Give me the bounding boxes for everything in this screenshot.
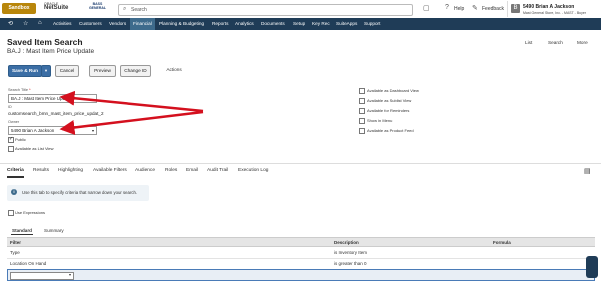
tab-divider — [0, 163, 601, 164]
more-link[interactable]: More — [577, 40, 588, 45]
nav-item-suiteapps[interactable]: SuiteApps — [336, 18, 357, 30]
owner-select[interactable]: 5490 Brian A Jackson ▾ — [8, 126, 97, 135]
product-feed-label: Available as Product Feed — [367, 128, 414, 133]
change-id-button[interactable]: Change ID — [120, 65, 151, 77]
dashboard-view-checkbox[interactable] — [359, 88, 365, 94]
row-description: is Inventory Item — [334, 250, 368, 255]
sandbox-badge: Sandbox — [2, 3, 36, 14]
reminders-label: Available for Reminders — [367, 108, 410, 113]
nav-item-customers[interactable]: Customers — [79, 18, 102, 30]
global-search-input[interactable]: ⌕ Search — [118, 4, 413, 16]
public-checkbox[interactable] — [8, 136, 14, 143]
favorites-icon[interactable]: ☆ — [23, 20, 28, 27]
info-text: Use this tab to specify criteria that na… — [22, 190, 138, 195]
criteria-grid-header: Filter Description Formula — [7, 237, 595, 247]
user-name: 5490 Brian A Jackson — [523, 4, 575, 10]
list-view-checkbox[interactable] — [8, 146, 14, 152]
sublist-view-label: Available as Sublist View — [367, 98, 412, 103]
active-subtab-indicator — [11, 234, 33, 235]
search-placeholder: Search — [131, 7, 147, 13]
search-title-label-text: Search Title — [8, 88, 29, 92]
id-label: ID — [8, 105, 12, 109]
id-value: customsearch_bmn_mast_item_price_updat_2 — [8, 111, 104, 116]
nav-item-financial[interactable]: Financial — [130, 18, 155, 30]
tab-execution-log[interactable]: Execution Log — [238, 168, 268, 173]
info-icon: i — [11, 189, 17, 195]
list-link[interactable]: List — [525, 40, 532, 45]
active-tab-indicator — [7, 176, 24, 178]
show-in-menu-checkbox[interactable] — [359, 118, 365, 124]
recent-records-icon[interactable]: ▢ — [423, 4, 430, 12]
record-title: BA.J : Mast Item Price Update — [7, 48, 95, 55]
search-link[interactable]: Search — [548, 40, 563, 45]
home-icon[interactable]: ⌂ — [38, 20, 42, 26]
filter-select[interactable]: ▾ — [10, 272, 74, 280]
actions-menu[interactable]: Actions — [160, 65, 188, 75]
help-icon[interactable]: ? — [445, 4, 449, 11]
tab-email[interactable]: Email — [186, 168, 198, 173]
public-label: Public — [15, 137, 26, 142]
user-menu[interactable]: B 5490 Brian A Jackson Mast General Stor… — [507, 1, 601, 17]
column-filter[interactable]: Filter — [10, 240, 21, 245]
scroll-helper-widget[interactable] — [586, 256, 598, 278]
tab-results[interactable]: Results — [33, 168, 49, 173]
info-banner: i Use this tab to specify criteria that … — [7, 185, 149, 201]
preview-button[interactable]: Preview — [89, 65, 116, 77]
show-in-menu-label: Show in Menu — [367, 118, 393, 123]
subtab-standard[interactable]: Standard — [12, 228, 32, 233]
subtab-summary[interactable]: Summary — [44, 228, 64, 233]
row-filter: Location On Hand — [10, 261, 47, 266]
search-icon: ⌕ — [123, 6, 127, 12]
save-run-button[interactable]: Save & Run — [8, 65, 42, 77]
product-feed-checkbox[interactable] — [359, 128, 365, 134]
nav-item-analytics[interactable]: Analytics — [235, 18, 254, 30]
chevron-down-icon: ▾ — [68, 272, 71, 277]
oracle-netsuite-logo[interactable]: ORACLE NetSuite — [44, 2, 84, 16]
main-nav: ⟲ ☆ ⌂ Activities Customers Vendors Finan… — [0, 18, 601, 30]
owner-value: 5490 Brian A Jackson — [11, 128, 55, 133]
user-role: Mast General Store, Inc. - MAST - Buyer — [523, 11, 586, 15]
owner-label: Owner — [8, 120, 20, 124]
netsuite-label: NetSuite — [44, 5, 69, 11]
reminders-checkbox[interactable] — [359, 108, 365, 114]
feedback-link[interactable]: Feedback — [482, 6, 504, 12]
tab-audit-trail[interactable]: Audit Trail — [207, 168, 228, 173]
nav-item-key-rec[interactable]: Key Rec — [312, 18, 330, 30]
tab-highlighting[interactable]: Highlighting — [58, 168, 83, 173]
print-icon[interactable]: ▤ — [584, 167, 591, 175]
tab-roles[interactable]: Roles — [165, 168, 177, 173]
nav-item-activities[interactable]: Activities — [53, 18, 72, 30]
save-menu-caret[interactable]: ▾ — [41, 65, 51, 77]
search-title-input[interactable]: BA.J : Mast Item Price Update — [8, 94, 97, 103]
nav-item-documents[interactable]: Documents — [261, 18, 285, 30]
tab-criteria[interactable]: Criteria — [7, 168, 24, 173]
tab-audience[interactable]: Audience — [135, 168, 155, 173]
sublist-view-checkbox[interactable] — [359, 98, 365, 104]
feedback-icon[interactable]: ✎ — [472, 4, 478, 12]
column-description[interactable]: Description — [334, 240, 359, 245]
use-expressions-checkbox[interactable] — [8, 210, 14, 216]
nav-item-planning[interactable]: Planning & Budgeting — [159, 18, 204, 30]
help-link[interactable]: Help — [454, 6, 464, 12]
cancel-button[interactable]: Cancel — [55, 65, 79, 77]
search-title-label: Search Title * — [8, 88, 31, 92]
chevron-down-icon: ▾ — [91, 128, 94, 133]
page-title: Saved Item Search — [7, 37, 83, 47]
tab-available-filters[interactable]: Available Filters — [93, 168, 127, 173]
top-header: Sandbox ORACLE NetSuite BASS GENERAL ⌕ S… — [0, 0, 601, 19]
nav-item-vendors[interactable]: Vendors — [109, 18, 126, 30]
list-view-label: Available as List View — [15, 146, 54, 151]
row-description: is greater than 0 — [334, 261, 367, 266]
company-logo[interactable]: BASS GENERAL — [85, 2, 110, 16]
dashboard-view-label: Available as Dashboard View — [367, 88, 419, 93]
avatar: B — [511, 4, 520, 13]
history-icon[interactable]: ⟲ — [8, 20, 13, 27]
column-formula[interactable]: Formula — [493, 240, 511, 245]
nav-item-support[interactable]: Support — [364, 18, 380, 30]
row-filter: Type — [10, 250, 20, 255]
nav-item-setup[interactable]: Setup — [293, 18, 305, 30]
nav-item-reports[interactable]: Reports — [212, 18, 228, 30]
new-criteria-row[interactable]: ▾ — [7, 269, 595, 281]
use-expressions-label: Use Expressions — [15, 210, 46, 215]
